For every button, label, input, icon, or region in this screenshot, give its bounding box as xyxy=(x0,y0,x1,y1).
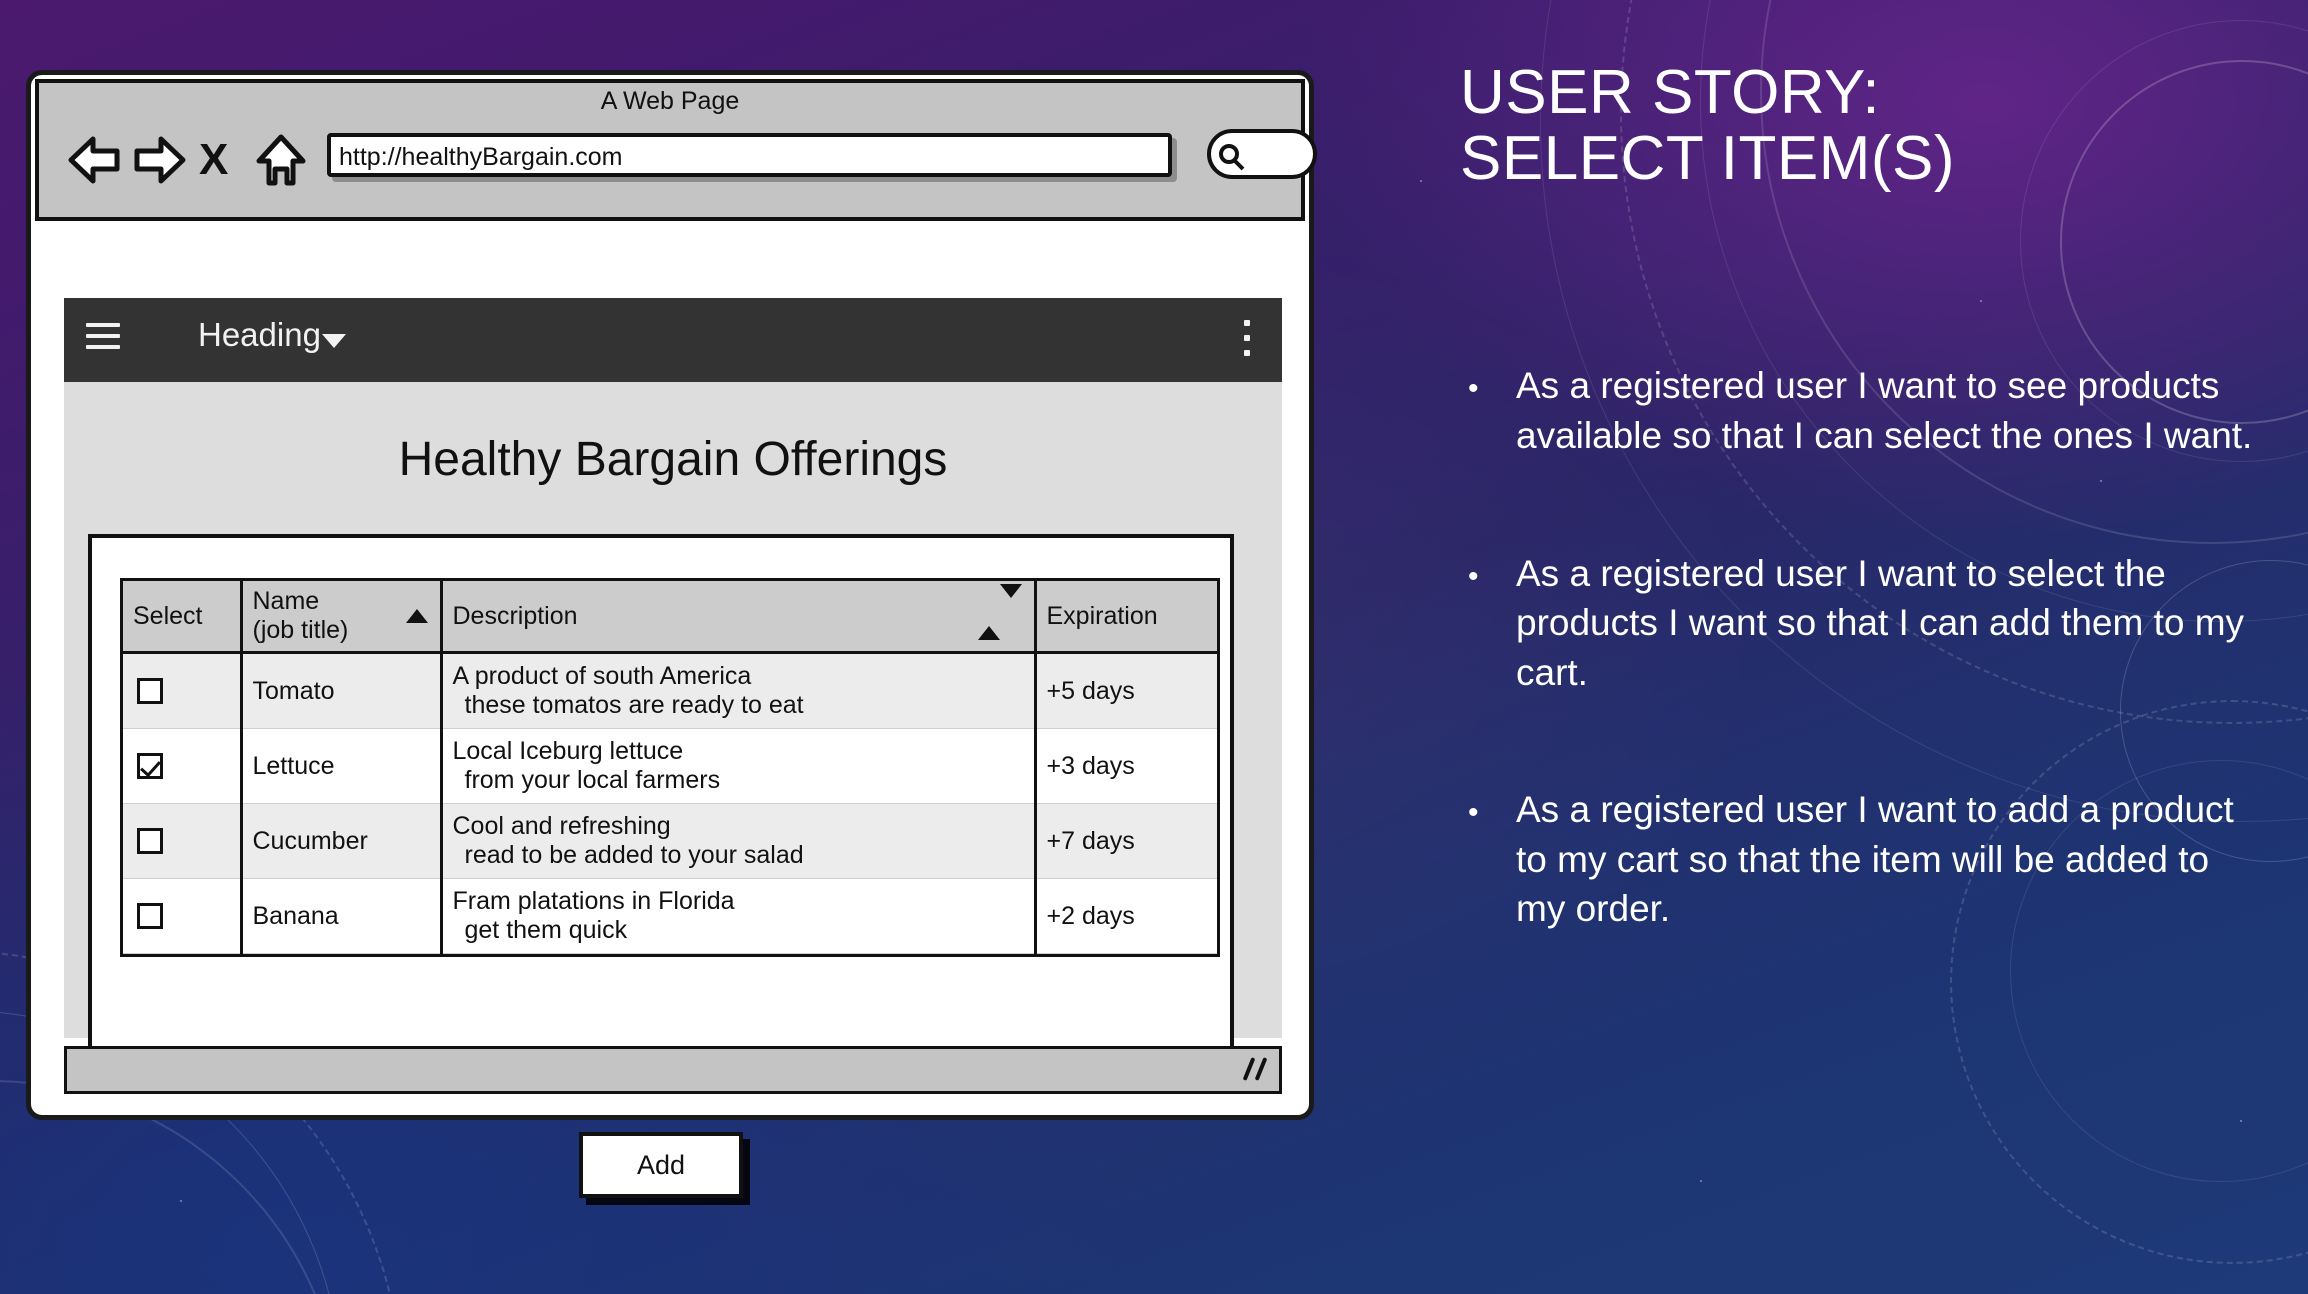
row-expiration-cell: +2 days xyxy=(1035,878,1217,954)
page-heading: Healthy Bargain Offerings xyxy=(398,433,948,486)
add-button-label: Add xyxy=(636,1149,686,1180)
user-story-list: • As a registered user I want to see pro… xyxy=(1460,361,2260,934)
table-row: Tomato A product of south America these to… xyxy=(123,652,1217,729)
row-name-cell: Tomato xyxy=(241,652,443,729)
products-table: Select Name (job title) Description Expi… xyxy=(120,578,1220,957)
row-description-cell: Cool and refreshing read to be added to y… xyxy=(441,803,1037,879)
row-description-cell: A product of south America these tomatos … xyxy=(441,652,1037,729)
column-header-label: Expiration xyxy=(1046,601,1158,630)
bullet-icon: • xyxy=(1468,796,1479,830)
page-title-line-2: SELECT ITEM(S) xyxy=(1460,123,1956,193)
close-icon[interactable]: X xyxy=(199,133,228,187)
row-expiration-cell: +7 days xyxy=(1035,803,1217,879)
row-select-cell xyxy=(123,803,243,879)
decorative-spark xyxy=(180,1200,182,1202)
bullet-icon: • xyxy=(1468,559,1479,593)
user-story-text: As a registered user I want to see produ… xyxy=(1516,365,2253,457)
browser-wireframe-mockup: A Web Page X http://healthyBargain.com H… xyxy=(26,70,1317,1198)
search-icon xyxy=(1217,142,1247,177)
app-bar-heading[interactable]: Heading xyxy=(198,316,321,354)
description-line-2: from your local farmers xyxy=(464,766,721,794)
status-bar xyxy=(64,1046,1282,1094)
decorative-spark xyxy=(1420,180,1422,182)
row-name-cell: Lettuce xyxy=(241,728,443,804)
table-row: Lettuce Local Iceburg lettuce from your lo… xyxy=(123,728,1217,804)
app-bar: Heading xyxy=(64,298,1282,382)
bullet-icon: • xyxy=(1468,372,1479,406)
row-select-cell xyxy=(123,878,243,954)
description-line-2: these tomatos are ready to eat xyxy=(464,691,804,719)
column-header-label: Select xyxy=(133,601,203,630)
page-content: Healthy Bargain Offerings Select Name (j… xyxy=(64,382,1282,1198)
back-arrow-icon[interactable] xyxy=(67,133,123,192)
row-checkbox[interactable] xyxy=(137,903,163,929)
column-header-description[interactable]: Description xyxy=(441,581,1037,654)
description-line-2: get them quick xyxy=(464,916,628,944)
row-checkbox[interactable] xyxy=(137,828,163,854)
add-button[interactable]: Add xyxy=(579,1132,743,1198)
decorative-spark xyxy=(2240,1120,2242,1122)
row-expiration-cell: +5 days xyxy=(1035,652,1217,729)
browser-chrome: A Web Page X http://healthyBargain.com xyxy=(35,79,1317,221)
row-description-cell: Local Iceburg lettuce from your local far… xyxy=(441,728,1037,804)
description-line-2: read to be added to your salad xyxy=(464,841,804,869)
row-checkbox[interactable] xyxy=(137,678,163,704)
table-header-row: Select Name (job title) Description Expi… xyxy=(123,581,1217,654)
row-expiration-cell: +3 days xyxy=(1035,728,1217,804)
home-icon[interactable] xyxy=(255,133,307,192)
url-input[interactable]: http://healthyBargain.com xyxy=(339,143,623,172)
column-header-sublabel: (job title) xyxy=(252,616,349,644)
table-body: Tomato A product of south America these to… xyxy=(123,652,1217,954)
hamburger-menu-icon[interactable] xyxy=(86,323,120,356)
user-story-text: As a registered user I want to add a pro… xyxy=(1516,789,2234,930)
column-header-expiration[interactable]: Expiration xyxy=(1035,581,1217,654)
window-title: A Web Page xyxy=(600,87,740,115)
table-row: Cucumber Cool and refreshing read to be ad… xyxy=(123,803,1217,879)
chevron-down-icon[interactable] xyxy=(322,334,346,348)
list-item: • As a registered user I want to see pro… xyxy=(1460,361,2260,460)
description-line-1: Cool and refreshing xyxy=(452,812,671,840)
kebab-menu-icon[interactable] xyxy=(1244,320,1250,365)
browser-toolbar: X http://healthyBargain.com xyxy=(57,127,1317,201)
list-item: • As a registered user I want to select … xyxy=(1460,549,2260,698)
column-header-label: Description xyxy=(452,601,578,630)
column-header-name[interactable]: Name (job title) xyxy=(241,581,443,654)
row-select-cell xyxy=(123,652,243,729)
search-box[interactable] xyxy=(1207,129,1317,179)
slide-content-column: USER STORY: SELECT ITEM(S) • As a regist… xyxy=(1460,60,2260,1022)
description-line-1: Local Iceburg lettuce xyxy=(452,737,684,765)
row-name-cell: Banana xyxy=(241,878,443,954)
description-line-1: Fram platations in Florida xyxy=(452,887,735,915)
sort-ascending-icon[interactable] xyxy=(405,609,428,623)
page-title: USER STORY: SELECT ITEM(S) xyxy=(1460,60,2260,191)
forward-arrow-icon[interactable] xyxy=(131,133,187,192)
row-select-cell xyxy=(123,728,243,804)
address-bar[interactable]: http://healthyBargain.com xyxy=(327,133,1172,177)
description-line-1: A product of south America xyxy=(452,662,752,690)
decorative-spark xyxy=(1700,1180,1702,1182)
user-story-text: As a registered user I want to select th… xyxy=(1516,552,2245,693)
list-item: • As a registered user I want to add a p… xyxy=(1460,785,2260,934)
column-header-select[interactable]: Select xyxy=(123,581,243,654)
row-description-cell: Fram platations in Florida get them quick xyxy=(441,878,1037,954)
products-panel: Select Name (job title) Description Expi… xyxy=(88,534,1234,1198)
page-title-line-1: USER STORY: xyxy=(1460,58,1881,127)
sort-both-icon[interactable] xyxy=(977,584,1022,640)
column-header-label: Name xyxy=(252,587,320,615)
row-name-cell: Cucumber xyxy=(241,803,443,879)
row-checkbox[interactable] xyxy=(137,753,163,779)
table-row: Banana Fram platations in Florida get them… xyxy=(123,878,1217,954)
